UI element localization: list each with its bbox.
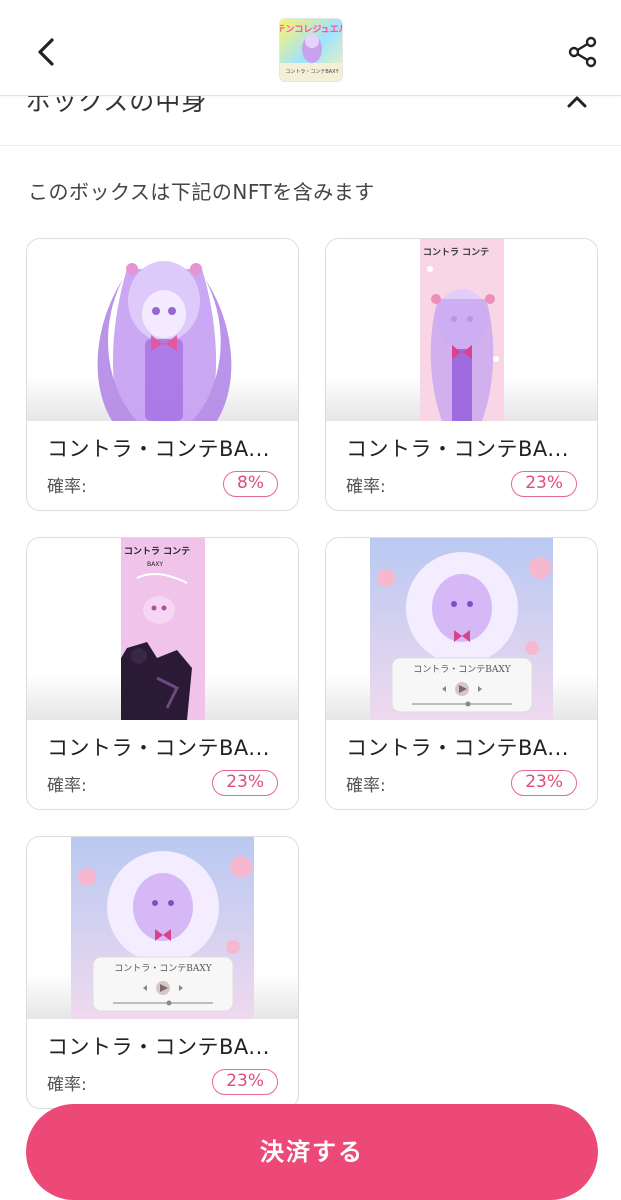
poster-subtitle: BAXY bbox=[147, 561, 163, 568]
chevron-up-icon[interactable] bbox=[565, 96, 589, 114]
probability-label: 確率: bbox=[47, 1075, 87, 1095]
share-icon bbox=[568, 36, 597, 68]
nft-card[interactable]: コントラ・コンテBAXY コントラ・コンテBA... 確率: 23% bbox=[325, 537, 598, 810]
nft-image: コントラ・コンテBAXY bbox=[326, 538, 597, 720]
box-description: このボックスは下記のNFTを含みます bbox=[28, 180, 375, 204]
nft-image: コントラ コンテ BAXY bbox=[27, 538, 298, 720]
nft-image: コントラ・コンテBAXY bbox=[27, 837, 298, 1019]
poster-title: コントラ コンテ bbox=[124, 546, 190, 557]
nft-name: コントラ・コンテBA... bbox=[47, 1035, 270, 1059]
probability-label: 確率: bbox=[47, 776, 87, 796]
back-button[interactable] bbox=[28, 30, 64, 74]
nft-image bbox=[27, 239, 298, 421]
nft-name: コントラ・コンテBA... bbox=[47, 736, 270, 760]
player-title: コントラ・コンテBAXY bbox=[114, 963, 213, 974]
player-title: コントラ・コンテBAXY bbox=[413, 664, 512, 675]
probability-badge: 23% bbox=[511, 471, 577, 497]
nft-card[interactable]: コントラ・コンテBAXY コントラ・コンテBA... 確率: 23% bbox=[26, 836, 299, 1109]
box-thumbnail: テンコレジュエル コントラ・コンテBAXY bbox=[279, 18, 343, 82]
share-button[interactable] bbox=[563, 30, 603, 74]
section-header[interactable]: ボックスの中身 bbox=[0, 96, 621, 146]
probability-label: 確率: bbox=[346, 477, 386, 497]
nft-card[interactable]: コントラ コンテ BAXY コントラ・コンテBA... 確率: 23% bbox=[26, 537, 299, 810]
probability-badge: 23% bbox=[212, 770, 278, 796]
probability-label: 確率: bbox=[47, 477, 87, 497]
nft-name: コントラ・コンテBA... bbox=[346, 437, 569, 461]
poster-title: コントラ コンテ bbox=[423, 247, 489, 258]
thumbnail-title: テンコレジュエル bbox=[280, 24, 343, 35]
nft-name: コントラ・コンテBA... bbox=[346, 736, 569, 760]
nft-card[interactable]: コントラ・コンテBA... 確率: 8% bbox=[26, 238, 299, 511]
chevron-left-icon bbox=[38, 38, 54, 66]
nft-name: コントラ・コンテBA... bbox=[47, 437, 270, 461]
nft-card[interactable]: コントラ コンテ コントラ・コンテBA... 確率: 23% bbox=[325, 238, 598, 511]
probability-badge: 23% bbox=[212, 1069, 278, 1095]
probability-badge: 23% bbox=[511, 770, 577, 796]
probability-label: 確率: bbox=[346, 776, 386, 796]
section-title: ボックスの中身 bbox=[26, 96, 208, 116]
checkout-button[interactable]: 決済する bbox=[26, 1104, 598, 1200]
probability-badge: 8% bbox=[223, 471, 278, 497]
nft-image: コントラ コンテ bbox=[326, 239, 597, 421]
thumbnail-subtitle: コントラ・コンテBAXY bbox=[285, 69, 339, 75]
top-bar: テンコレジュエル コントラ・コンテBAXY bbox=[0, 0, 621, 96]
